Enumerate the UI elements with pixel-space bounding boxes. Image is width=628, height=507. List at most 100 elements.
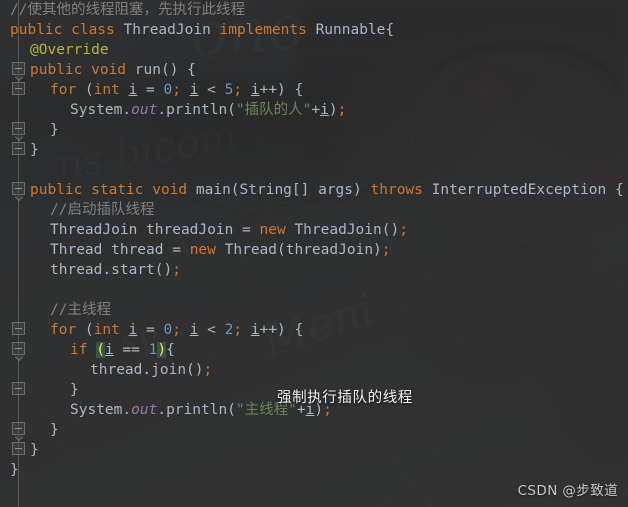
code-token-punc: = — [137, 322, 164, 338]
code-token-punc: . — [157, 402, 167, 418]
code-line[interactable]: public static void main(String[] args) t… — [0, 180, 628, 200]
code-token-punc: . — [142, 362, 152, 378]
code-token-kw: for — [50, 322, 85, 338]
code-token-punc: { — [166, 342, 175, 358]
code-token-punc: { — [606, 182, 624, 198]
code-token-punc: ( — [230, 182, 240, 198]
code-token-punc: } — [50, 122, 59, 138]
code-line[interactable]: if (i == 1){ — [0, 340, 628, 360]
code-token-cmt: //使其他的线程阻塞，先执行此线程 — [10, 2, 245, 18]
code-token-ident: thread — [90, 362, 143, 378]
code-token-punc: ) — [353, 182, 371, 198]
code-token-ident: ThreadJoin — [294, 222, 382, 238]
code-line[interactable]: //启动插队线程 — [0, 200, 628, 220]
code-line[interactable]: public void run() { — [0, 60, 628, 80]
code-token-punc: < — [198, 322, 225, 338]
code-token-punc: = — [163, 242, 190, 258]
code-token-ident: InterruptedException — [431, 182, 607, 198]
code-token-kw: implements — [219, 22, 316, 38]
code-line[interactable]: } — [0, 460, 628, 480]
code-line[interactable]: } — [0, 440, 628, 460]
code-token-punc: () — [186, 362, 204, 378]
code-line[interactable]: thread.join(); — [0, 360, 628, 380]
code-token-punc: = — [233, 222, 260, 238]
code-line[interactable]: @Override — [0, 40, 628, 60]
code-token-punc: < — [198, 82, 225, 98]
code-line[interactable]: //主线程 — [0, 300, 628, 320]
code-token-stat: out — [131, 102, 158, 118]
code-token-stat: out — [131, 402, 158, 418]
code-token-ident: System — [70, 402, 123, 418]
code-line[interactable]: for (int i = 0; i < 2; i++) { — [0, 320, 628, 340]
code-line[interactable]: } — [0, 140, 628, 160]
code-line[interactable]: System.out.println("插队的人"+i); — [0, 100, 628, 120]
code-line[interactable] — [0, 280, 628, 300]
code-line[interactable]: //使其他的线程阻塞，先执行此线程 — [0, 0, 628, 20]
code-line[interactable]: } — [0, 420, 628, 440]
code-token-kw: public — [30, 182, 92, 198]
code-token-cmt: //主线程 — [50, 302, 111, 318]
code-token-ident: join — [151, 362, 187, 378]
code-token-semi: ; — [233, 82, 251, 98]
code-line[interactable] — [0, 160, 628, 180]
code-line[interactable]: ThreadJoin threadJoin = new ThreadJoin()… — [0, 220, 628, 240]
code-token-kw: if — [70, 342, 97, 358]
code-token-punc: ( — [84, 322, 94, 338]
code-token-fld: i — [250, 322, 260, 338]
code-token-kw: class — [71, 22, 124, 38]
code-token-kw: int — [93, 82, 129, 98]
code-token-punc: } — [70, 382, 79, 398]
code-token-punc: () — [154, 262, 173, 278]
code-token-anno: @Override — [30, 42, 109, 58]
code-token-ident: println — [166, 102, 228, 118]
code-token-ident: System — [70, 102, 123, 118]
code-token-ident: Thread thread — [50, 242, 164, 258]
code-token-ident: run — [134, 62, 161, 78]
code-token-fld: i — [104, 342, 114, 358]
code-token-punc: = — [137, 82, 164, 98]
csdn-watermark: CSDN @步致道 — [517, 483, 618, 499]
code-token-punc: () { — [160, 62, 196, 78]
code-token-kw: new — [259, 222, 295, 238]
code-token-punc: } — [50, 422, 59, 438]
code-token-punc: ) — [328, 102, 338, 118]
code-token-ident: thread — [50, 262, 103, 278]
code-token-ident: Thread — [224, 242, 278, 258]
code-token-semi: ; — [399, 222, 408, 238]
code-token-punc: . — [122, 402, 132, 418]
code-token-punc: ( — [84, 82, 94, 98]
code-token-punc: { — [385, 22, 395, 38]
code-line[interactable]: public class ThreadJoin implements Runna… — [0, 20, 628, 40]
code-editor-window: ono ns bicom Meni sy //使其他的线程阻塞，先执行此线程pu… — [0, 0, 628, 507]
code-token-mbrk: ( — [96, 342, 105, 358]
code-token-punc: ++) { — [259, 82, 304, 98]
code-token-semi: ; — [337, 102, 347, 118]
code-token-punc: . — [122, 102, 132, 118]
code-token-semi: ; — [381, 242, 391, 258]
code-token-punc: } — [30, 442, 39, 458]
code-token-kw: int — [93, 322, 129, 338]
code-token-punc: . — [157, 102, 167, 118]
code-token-ident: start — [111, 262, 155, 278]
code-token-punc: . — [102, 262, 112, 278]
code-line[interactable]: thread.start(); — [0, 260, 628, 280]
code-line[interactable]: } — [0, 120, 628, 140]
code-token-kw: void — [152, 182, 196, 198]
overlay-annotation-text: 强制执行插队的线程 — [277, 390, 413, 406]
code-token-num: 0 — [163, 322, 173, 338]
code-token-fld: i — [128, 322, 138, 338]
code-token-kw: static — [91, 182, 153, 198]
code-token-kw: throws — [370, 182, 432, 198]
code-token-punc: + — [311, 102, 321, 118]
code-line[interactable]: for (int i = 0; i < 5; i++) { — [0, 80, 628, 100]
code-token-punc: ( — [227, 102, 236, 118]
code-token-kw: new — [189, 242, 225, 258]
code-token-ident: main — [195, 182, 231, 198]
code-token-fld: i — [250, 82, 260, 98]
code-token-punc: (threadJoin) — [277, 242, 382, 258]
source-code-area[interactable]: //使其他的线程阻塞，先执行此线程 public class ThreadJoin… — [0, 0, 628, 480]
code-line[interactable]: Thread thread = new Thread(threadJoin); — [0, 240, 628, 260]
code-token-semi: ; — [172, 262, 181, 278]
code-token-punc: } — [10, 462, 19, 478]
code-token-kw: for — [50, 82, 85, 98]
